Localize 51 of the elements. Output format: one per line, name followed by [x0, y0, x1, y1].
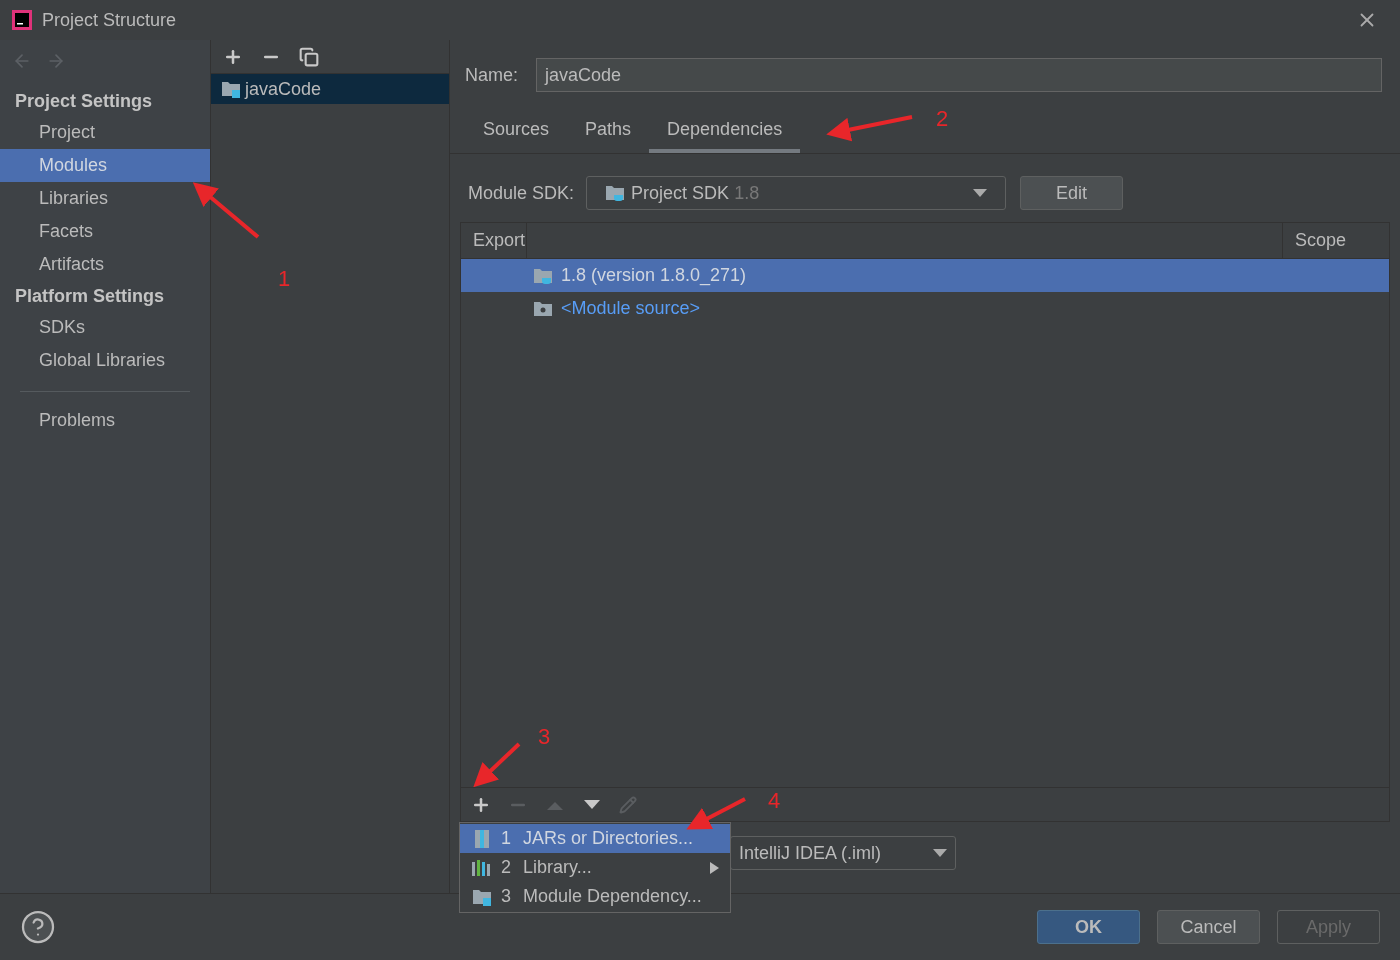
- dropdown-arrow-icon: [933, 849, 947, 857]
- app-logo-icon: [12, 10, 32, 30]
- sidebar-item[interactable]: Modules: [0, 149, 210, 182]
- annotation-number: 1: [278, 265, 291, 293]
- tab[interactable]: Paths: [567, 110, 650, 153]
- dialog-button[interactable]: Cancel: [1157, 910, 1260, 944]
- edit-button[interactable]: Edit: [1020, 176, 1124, 210]
- sidebar-item[interactable]: SDKs: [0, 311, 210, 344]
- bars-icon: [471, 858, 493, 877]
- sidebar-item[interactable]: Artifacts: [0, 248, 210, 281]
- module-item[interactable]: javaCode: [211, 74, 449, 104]
- annotation-number: 2: [936, 105, 949, 133]
- tab[interactable]: Sources: [465, 110, 568, 153]
- column-header: Scope: [1294, 229, 1348, 252]
- ok-button[interactable]: OK: [1037, 910, 1140, 944]
- dependency-row[interactable]: 1.8 (version 1.8.0_271): [461, 259, 1389, 292]
- submenu-arrow-icon: [710, 861, 719, 874]
- sidebar-item[interactable]: Global Libraries: [0, 344, 210, 377]
- sidebar-item[interactable]: Problems: [0, 404, 210, 437]
- folder-icon: [472, 887, 492, 906]
- menu-item[interactable]: 3 Module Dependency...: [460, 882, 730, 911]
- annotation-number: 4: [768, 787, 781, 815]
- window-title: Project Structure: [42, 8, 177, 32]
- folder-icon: [221, 80, 241, 98]
- annotation-number: 3: [538, 723, 551, 751]
- dependency-row[interactable]: <Module source>: [461, 292, 1389, 325]
- menu-item[interactable]: 1 JARs or Directories...: [460, 824, 730, 853]
- folder-icon: [533, 299, 553, 318]
- sidebar-heading: Platform Settings: [14, 284, 166, 308]
- dropdown-arrow-icon: [973, 189, 988, 197]
- tab[interactable]: Dependencies: [649, 110, 801, 153]
- field-label: Name:: [465, 63, 518, 87]
- sidebar-item[interactable]: Facets: [0, 215, 210, 248]
- annotation-arrow: [473, 742, 521, 788]
- jar-icon: [473, 828, 491, 849]
- annotation-arrow: [192, 182, 260, 239]
- sidebar-item[interactable]: Libraries: [0, 182, 210, 215]
- annotation-arrow: [686, 797, 746, 830]
- format-dropdown[interactable]: IntelliJ IDEA (.iml): [730, 836, 956, 870]
- down-icon[interactable]: [582, 798, 602, 811]
- folder-icon: [533, 266, 553, 285]
- column-header: Export: [461, 223, 527, 258]
- sdk-dropdown[interactable]: Project SDK 1.8: [586, 176, 1007, 210]
- help-icon[interactable]: [20, 909, 56, 945]
- copy-icon[interactable]: [299, 46, 319, 67]
- sidebar-item[interactable]: Project: [0, 116, 210, 149]
- field-label: Module SDK:: [468, 181, 575, 205]
- sidebar-heading: Project Settings: [14, 89, 154, 113]
- menu-item[interactable]: 2 Library...: [460, 853, 730, 882]
- name-field[interactable]: javaCode: [536, 58, 1382, 92]
- folder-icon: [605, 184, 626, 202]
